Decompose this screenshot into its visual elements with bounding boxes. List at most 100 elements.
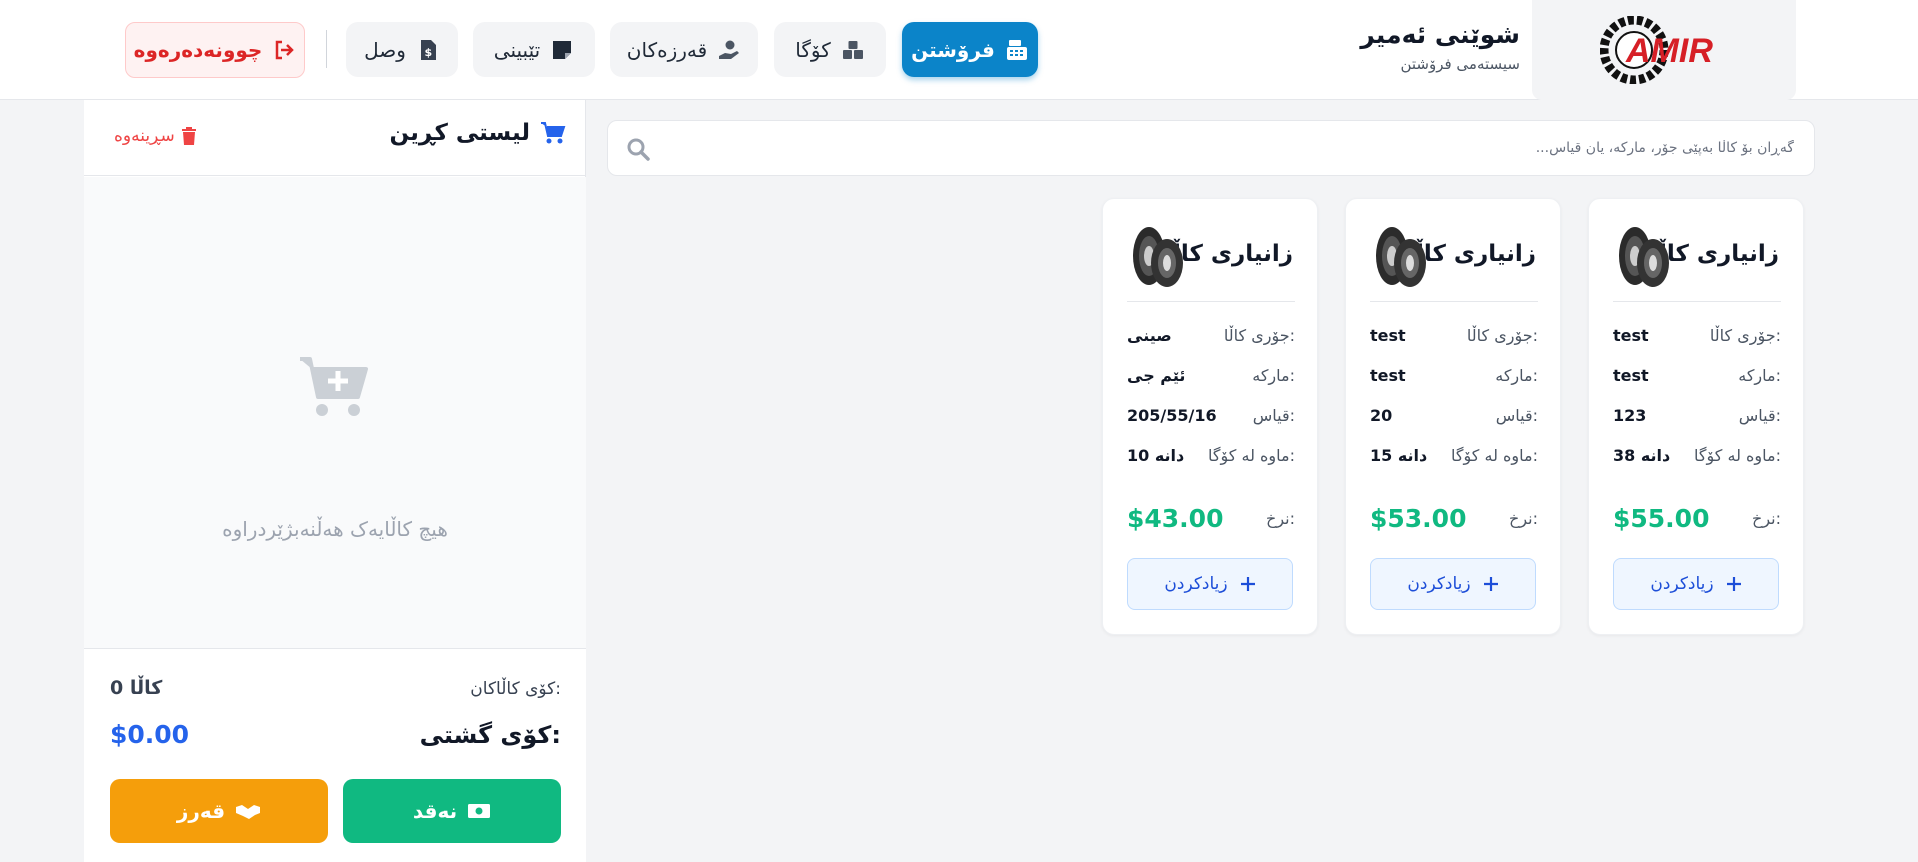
clear-cart-button[interactable]: سڕینەوە [114,126,197,146]
cart-plus-icon [300,357,368,416]
logo[interactable]: AMIR [1532,0,1796,100]
nav-inventory-label: کۆگا [795,37,831,62]
product-card: زانیاری کاڵا جۆری کاڵا: صینی مارکە: ئێم جی… [1102,198,1318,635]
product-size-value: 20 [1370,405,1393,425]
cart-panel: لیستی کڕین سڕینەوە هیچ کاڵایەک هەڵنەبژێر… [84,100,586,862]
product-size-label: قیاس: [1495,405,1538,425]
sign-out-icon [276,40,295,60]
product-price-value: $53.00 [1370,504,1467,533]
product-type-label: جۆری کاڵا: [1466,325,1538,345]
logo-text: AMIR [1625,32,1713,70]
cart-empty-text: هیچ کاڵایەک هەڵنەبژێردراوە [222,517,448,541]
product-brand-row: مارکە: ئێم جی [1127,363,1295,387]
product-price-row: نرخ: $53.00 [1370,504,1538,533]
shopping-cart-icon [541,122,566,144]
product-brand-value: ئێم جی [1127,365,1186,385]
add-to-cart-label: زیادکردن [1650,574,1714,594]
product-stock-row: ماوە لە کۆگا: 15 دانە [1370,443,1538,467]
tires-icon [1619,227,1669,287]
nav-sales-button[interactable]: فرۆشتن [902,22,1038,77]
nav-notes-button[interactable]: تێبینی [473,22,595,77]
product-size-value: 205/55/16 [1127,405,1217,425]
product-price-value: $43.00 [1127,504,1224,533]
product-brand-value: test [1613,365,1649,385]
brand-block: شوێنی ئەمیر سیستەمی فرۆشتن [1340,20,1520,73]
product-stock-row: ماوە لە کۆگا: 38 دانە [1613,443,1781,467]
product-brand-label: مارکە: [1252,365,1295,385]
product-type-value: test [1613,325,1649,345]
product-size-row: قیاس: 205/55/16 [1127,403,1295,427]
product-brand-label: مارکە: [1495,365,1538,385]
nav-divider [326,30,327,68]
product-type-label: جۆری کاڵا: [1709,325,1781,345]
tires-icon [1376,227,1426,287]
product-size-label: قیاس: [1252,405,1295,425]
money-bill-icon [468,804,491,818]
svg-text:$: $ [424,46,432,59]
product-stock-label: ماوە لە کۆگا: [1208,445,1295,465]
product-stock-value: 15 دانە [1370,445,1428,465]
pay-cash-button[interactable]: نەقد [343,779,561,843]
product-stock-row: ماوە لە کۆگا: 10 دانە [1127,443,1295,467]
nav-receipt-button[interactable]: $ وصل [346,22,458,77]
product-stock-label: ماوە لە کۆگا: [1694,445,1781,465]
plus-icon [1240,577,1255,591]
nav-debts-label: قەرزەکان [626,37,708,62]
product-stock-label: ماوە لە کۆگا: [1451,445,1538,465]
add-to-cart-label: زیادکردن [1164,574,1228,594]
add-to-cart-button[interactable]: زیادکردن [1613,558,1779,610]
cart-summary: کۆی کاڵاکان: 0 کاڵا کۆی گشتی: $0.00 نەقد… [84,648,586,862]
cash-register-icon [1006,39,1027,60]
card-divider [1127,301,1295,302]
product-card: زانیاری کاڵا جۆری کاڵا: test مارکە: test ق… [1345,198,1561,635]
product-price-value: $55.00 [1613,504,1710,533]
product-price-label: نرخ: [1266,509,1295,528]
product-type-value: صینی [1127,325,1172,345]
plus-icon [1726,577,1741,591]
add-to-cart-label: زیادکردن [1407,574,1471,594]
logout-button[interactable]: چوونەدەرەوە [125,22,305,78]
product-stock-value: 38 دانە [1613,445,1671,465]
card-divider [1370,301,1538,302]
product-price-row: نرخ: $55.00 [1613,504,1781,533]
product-brand-value: test [1370,365,1406,385]
add-to-cart-button[interactable]: زیادکردن [1370,558,1536,610]
add-to-cart-button[interactable]: زیادکردن [1127,558,1293,610]
item-count-value: 0 کاڵا [110,677,163,699]
product-type-row: جۆری کاڵا: صینی [1127,323,1295,347]
product-price-label: نرخ: [1752,509,1781,528]
product-type-label: جۆری کاڵا: [1223,325,1295,345]
search-bar [607,120,1815,176]
handshake-icon [236,805,261,819]
brand-title: شوێنی ئەمیر [1360,20,1520,49]
top-header: AMIR شوێنی ئەمیر سیستەمی فرۆشتن فرۆشتن ک… [0,0,1918,100]
sticky-note-icon [553,40,572,59]
product-type-row: جۆری کاڵا: test [1370,323,1538,347]
nav-debts-button[interactable]: قەرزەکان [610,22,758,77]
product-type-value: test [1370,325,1406,345]
nav-notes-label: تێبینی [493,37,541,62]
card-divider [1613,301,1781,302]
product-type-row: جۆری کاڵا: test [1613,323,1781,347]
pay-credit-label: قەرز [176,799,226,823]
pay-cash-label: نەقد [412,799,458,823]
nav-sales-label: فرۆشتن [911,37,995,62]
logout-label: چوونەدەرەوە [133,38,263,62]
amir-logo-icon: AMIR [1600,16,1713,84]
search-input[interactable] [664,129,1794,167]
product-size-value: 123 [1613,405,1647,425]
pay-credit-button[interactable]: قەرز [110,779,328,843]
product-size-row: قیاس: 20 [1370,403,1538,427]
product-brand-label: مارکە: [1738,365,1781,385]
cart-empty-state: هیچ کاڵایەک هەڵنەبژێردراوە [84,177,586,649]
invoice-dollar-icon: $ [420,39,436,60]
boxes-icon [842,40,863,59]
nav-receipt-label: وصل [364,37,406,62]
total-value: $0.00 [110,720,190,749]
product-brand-row: مارکە: test [1613,363,1781,387]
plus-icon [1483,577,1498,591]
nav-inventory-button[interactable]: کۆگا [774,22,886,77]
trash-icon [181,127,196,145]
product-price-label: نرخ: [1509,509,1538,528]
product-size-label: قیاس: [1738,405,1781,425]
